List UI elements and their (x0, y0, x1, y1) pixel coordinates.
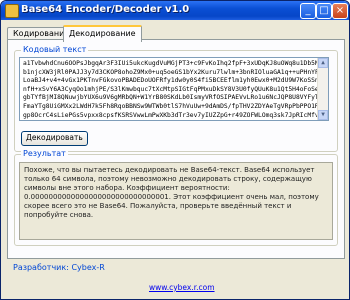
encoded-text-area[interactable]: a1TvbwhdCnu6OOPsJbgqAr3F3IUi5ukcKugdVuMG… (19, 57, 329, 121)
app-icon (5, 4, 19, 18)
author-label: Разработчик: Cybex-R (13, 263, 105, 272)
tab-panel: Кодовый текст a1TvbwhdCnu6OOPsJbgqAr3F3I… (7, 39, 345, 259)
input-group: Кодовый текст a1TvbwhdCnu6OOPsJbgqAr3F3I… (14, 45, 338, 152)
window-title: Base64 Encoder/Decoder v1.0 (21, 4, 190, 15)
minimize-button[interactable]: _ (300, 3, 316, 19)
close-button[interactable]: × (332, 3, 348, 19)
scroll-down-icon[interactable]: ▼ (318, 110, 328, 120)
decode-button[interactable]: Декодировать (21, 131, 88, 146)
result-group: Результат Похоже, что вы пытаетесь декод… (14, 149, 338, 246)
result-text: Похоже, что вы пытаетесь декодировать не… (24, 166, 319, 219)
result-group-label: Результат (21, 149, 68, 158)
scroll-up-icon[interactable]: ▲ (318, 58, 328, 68)
website-link[interactable]: www.cybex.r.com (149, 283, 215, 292)
result-text-area: Похоже, что вы пытаетесь декодировать не… (19, 162, 333, 240)
textarea-scrollbar[interactable]: ▲ ▼ (317, 58, 328, 120)
maximize-button[interactable]: □ (316, 3, 332, 19)
input-group-label: Кодовый текст (21, 45, 89, 54)
app-window: Base64 Encoder/Decoder v1.0 _ □ × Кодиро… (0, 0, 350, 300)
title-bar[interactable]: Base64 Encoder/Decoder v1.0 _ □ × (1, 1, 349, 20)
encoded-text: a1TvbwhdCnu6OOPsJbgqAr3F3IUi5ukcKugdVuMG… (23, 60, 323, 119)
tab-decode[interactable]: Декодирование (63, 25, 142, 42)
